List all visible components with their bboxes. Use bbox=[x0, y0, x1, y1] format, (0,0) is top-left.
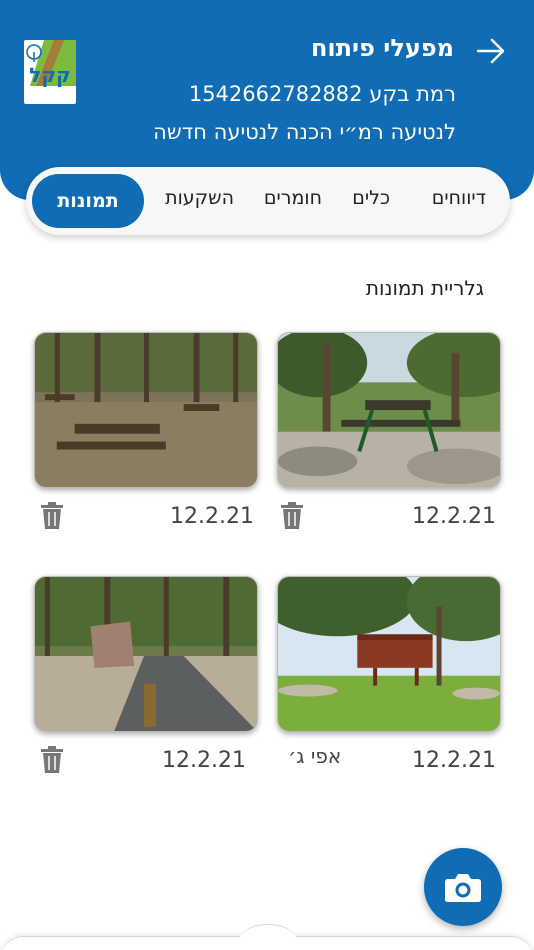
logo-caption: KKL-JNF bbox=[26, 96, 57, 103]
gallery-photo-3[interactable] bbox=[277, 576, 501, 732]
tab-bar: דיווחים כלים חומרים השקעות תמונות bbox=[26, 167, 510, 235]
photo-date: 12.2.21 bbox=[162, 748, 246, 773]
kkl-logo: קקל bbox=[24, 40, 76, 104]
photo-date: 12.2.21 bbox=[412, 748, 496, 773]
gallery-photo-1[interactable] bbox=[277, 332, 501, 488]
bottom-nav-notch bbox=[240, 924, 296, 950]
page-title: מפעלי פיתוח bbox=[310, 34, 454, 62]
tab-reports[interactable]: דיווחים bbox=[432, 187, 486, 209]
camera-icon bbox=[445, 874, 481, 902]
svg-text:קקל: קקל bbox=[29, 63, 71, 87]
tab-materials[interactable]: חומרים bbox=[264, 187, 322, 209]
tab-investments[interactable]: השקעות bbox=[165, 187, 234, 209]
gallery-photo-2[interactable] bbox=[34, 332, 258, 488]
back-arrow-icon[interactable] bbox=[476, 38, 506, 64]
trash-icon[interactable] bbox=[40, 746, 64, 774]
tab-photos[interactable]: תמונות bbox=[32, 174, 144, 228]
gallery-title: גלריית תמונות bbox=[365, 276, 484, 300]
photo-author: אפי ג׳ bbox=[288, 744, 342, 768]
add-photo-button[interactable] bbox=[424, 848, 502, 926]
project-id-line: רמת בקע 1542662782882 bbox=[188, 82, 456, 106]
trash-icon[interactable] bbox=[40, 502, 64, 530]
project-description: לנטיעה רמ״י הכנה לנטיעה חדשה bbox=[153, 120, 456, 144]
trash-icon[interactable] bbox=[280, 502, 304, 530]
kkl-logo-mark: קקל bbox=[26, 40, 76, 87]
tab-tools[interactable]: כלים bbox=[352, 187, 390, 209]
gallery-photo-4[interactable] bbox=[34, 576, 258, 732]
photo-date: 12.2.21 bbox=[170, 504, 254, 529]
photo-date: 12.2.21 bbox=[412, 504, 496, 529]
